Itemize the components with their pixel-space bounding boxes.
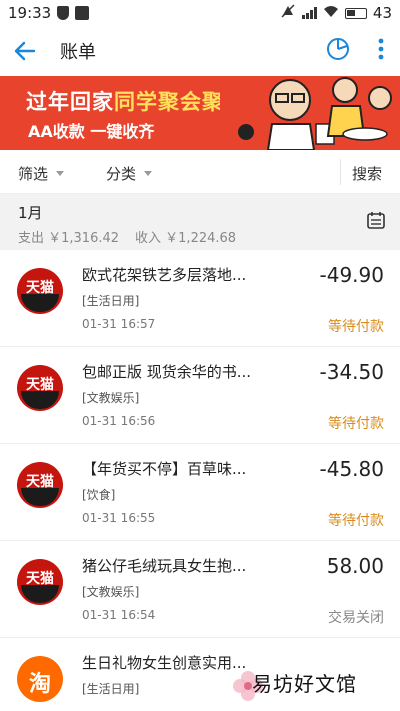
transaction-category: [生活日用] bbox=[82, 294, 140, 308]
banner-headline: 过年回家同学聚会聚餐 bbox=[26, 90, 246, 114]
transaction-datetime: 01-31 16:57 bbox=[82, 317, 156, 331]
more-vertical-icon bbox=[378, 38, 384, 60]
back-arrow-icon bbox=[14, 41, 36, 61]
transaction-category: [文教娱乐] bbox=[82, 391, 140, 405]
back-button[interactable] bbox=[12, 38, 38, 64]
income-total: 收入 ￥1,224.68 bbox=[135, 231, 237, 246]
promo-banner[interactable]: 过年回家同学聚会聚餐 AA收款 一键收齐 bbox=[0, 76, 400, 150]
watermark-text: 易坊好文馆 bbox=[252, 672, 357, 696]
search-button[interactable]: 搜索 bbox=[352, 163, 382, 184]
category-label: 分类 bbox=[106, 165, 137, 183]
banner-subtitle: AA收款 一键收齐 bbox=[28, 122, 155, 141]
caret-down-icon bbox=[144, 171, 153, 176]
transaction-datetime: 01-31 16:55 bbox=[82, 511, 156, 525]
transaction-datetime: 01-31 16:56 bbox=[82, 414, 156, 428]
status-time: 19:33 bbox=[8, 4, 52, 22]
calendar-icon bbox=[367, 212, 385, 229]
filter-dropdown[interactable]: 筛选 bbox=[18, 163, 65, 184]
transaction-status: 交易关闭 bbox=[328, 610, 384, 626]
wifi-icon bbox=[323, 4, 339, 22]
transaction-row[interactable]: 天猫 欧式花架铁艺多层落地... [生活日用] 01-31 16:57 -49.… bbox=[0, 250, 400, 347]
month-summary: 1月 支出 ￥1,316.42 收入 ￥1,224.68 bbox=[0, 194, 400, 250]
transaction-amount: 58.00 bbox=[326, 554, 384, 578]
transaction-name: 【年货买不停】百草味... bbox=[82, 460, 247, 478]
pie-chart-icon bbox=[327, 38, 349, 60]
calendar-button[interactable] bbox=[366, 210, 386, 234]
transaction-name: 欧式花架铁艺多层落地... bbox=[82, 266, 247, 284]
caret-down-icon bbox=[56, 171, 65, 176]
battery-level: 43 bbox=[372, 4, 392, 22]
transaction-datetime: 01-31 16:54 bbox=[82, 608, 156, 622]
transaction-amount: -34.50 bbox=[319, 360, 384, 384]
tmall-logo-icon: 天猫 bbox=[17, 365, 63, 411]
mute-icon bbox=[280, 3, 296, 23]
watermark: 易坊好文馆 bbox=[228, 660, 400, 710]
expense-total: 支出 ￥1,316.42 bbox=[18, 231, 120, 246]
tmall-logo-icon: 天猫 bbox=[17, 268, 63, 314]
transaction-list: 天猫 欧式花架铁艺多层落地... [生活日用] 01-31 16:57 -49.… bbox=[0, 250, 400, 711]
battery-icon bbox=[344, 7, 367, 19]
banner-illustration bbox=[220, 76, 400, 150]
signal-icon bbox=[301, 7, 317, 19]
tmall-logo-icon: 天猫 bbox=[17, 559, 63, 605]
more-button[interactable] bbox=[378, 38, 384, 64]
transaction-amount: -49.90 bbox=[319, 263, 384, 287]
transaction-name: 包邮正版 现货余华的书... bbox=[82, 363, 252, 381]
page-title: 账单 bbox=[60, 42, 96, 63]
message-icon bbox=[75, 6, 90, 20]
transaction-row[interactable]: 天猫 包邮正版 现货余华的书... [文教娱乐] 01-31 16:56 -34… bbox=[0, 347, 400, 444]
transaction-category: [生活日用] bbox=[82, 682, 140, 696]
transaction-amount: -45.80 bbox=[319, 457, 384, 481]
category-dropdown[interactable]: 分类 bbox=[106, 163, 153, 184]
transaction-status: 等待付款 bbox=[328, 513, 384, 529]
transaction-category: [文教娱乐] bbox=[82, 585, 140, 599]
filter-bar: 筛选 分类 搜索 bbox=[0, 150, 400, 194]
transaction-row[interactable]: 天猫 【年货买不停】百草味... [饮食] 01-31 16:55 -45.80… bbox=[0, 444, 400, 541]
chart-button[interactable] bbox=[326, 37, 350, 65]
transaction-row[interactable]: 天猫 猪公仔毛绒玩具女生抱... [文教娱乐] 01-31 16:54 58.0… bbox=[0, 541, 400, 638]
title-bar: 账单 bbox=[0, 26, 400, 76]
taobao-logo-icon: 淘 bbox=[17, 656, 63, 702]
filter-label: 筛选 bbox=[18, 165, 49, 183]
transaction-name: 猪公仔毛绒玩具女生抱... bbox=[82, 557, 247, 575]
shield-icon bbox=[57, 6, 70, 20]
transaction-status: 等待付款 bbox=[328, 416, 384, 432]
transaction-status: 等待付款 bbox=[328, 319, 384, 335]
month-label: 1月 bbox=[18, 204, 43, 222]
transaction-category: [饮食] bbox=[82, 488, 116, 502]
status-bar: 19:33 43 bbox=[0, 0, 400, 26]
divider bbox=[340, 159, 341, 185]
tmall-logo-icon: 天猫 bbox=[17, 462, 63, 508]
